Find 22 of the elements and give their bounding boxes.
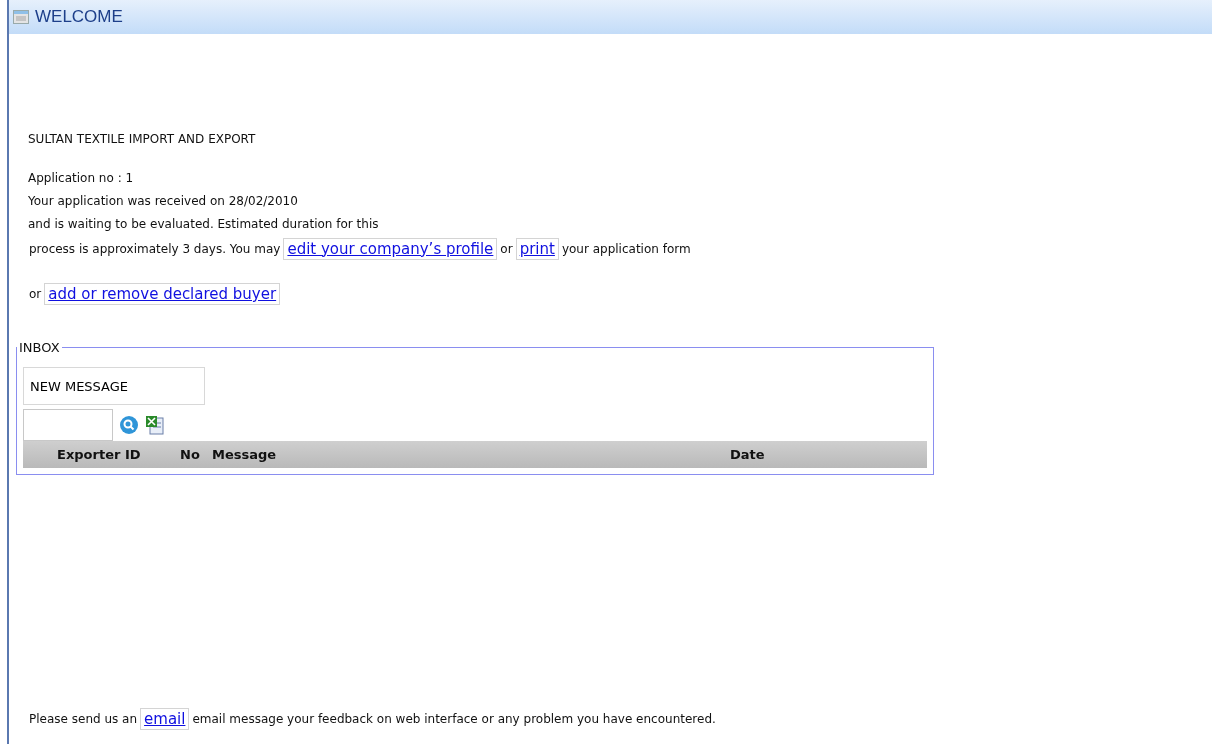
action-sentence: or add or remove declared buyer <box>28 262 1212 326</box>
column-header: No <box>180 447 201 462</box>
page-title: WELCOME <box>35 7 123 27</box>
info-text: Your application was received on 28/02/2010 <box>28 192 299 210</box>
link[interactable]: edit your company’s profile <box>283 237 498 260</box>
company-name: SULTAN TEXTILE IMPORT AND EXPORT <box>28 132 257 146</box>
column-header: Message <box>212 447 278 462</box>
feedback-sentence: Please send us an email email message your feedback on web interface or any problem you have encountered. <box>28 708 717 730</box>
action-sentence: process is approximately 3 days. You may edit your company’s profile or print your application form <box>28 236 692 262</box>
inbox-legend: INBOX <box>17 340 62 355</box>
column-header: Exporter ID <box>57 447 142 462</box>
spreadsheet-icon[interactable] <box>145 415 165 435</box>
column-header: Date <box>730 447 766 462</box>
link[interactable]: email <box>140 708 190 730</box>
new-message-button[interactable]: NEW MESSAGE <box>23 367 205 405</box>
info-text: Application no : 1 <box>28 169 135 187</box>
search-field[interactable] <box>23 409 113 441</box>
info-text: and is waiting to be evaluated. Estimated duration for this <box>28 215 380 233</box>
window-icon <box>13 10 29 24</box>
link[interactable]: add or remove declared buyer <box>44 283 281 305</box>
search-icon[interactable] <box>119 415 139 435</box>
link[interactable]: print <box>515 237 559 260</box>
